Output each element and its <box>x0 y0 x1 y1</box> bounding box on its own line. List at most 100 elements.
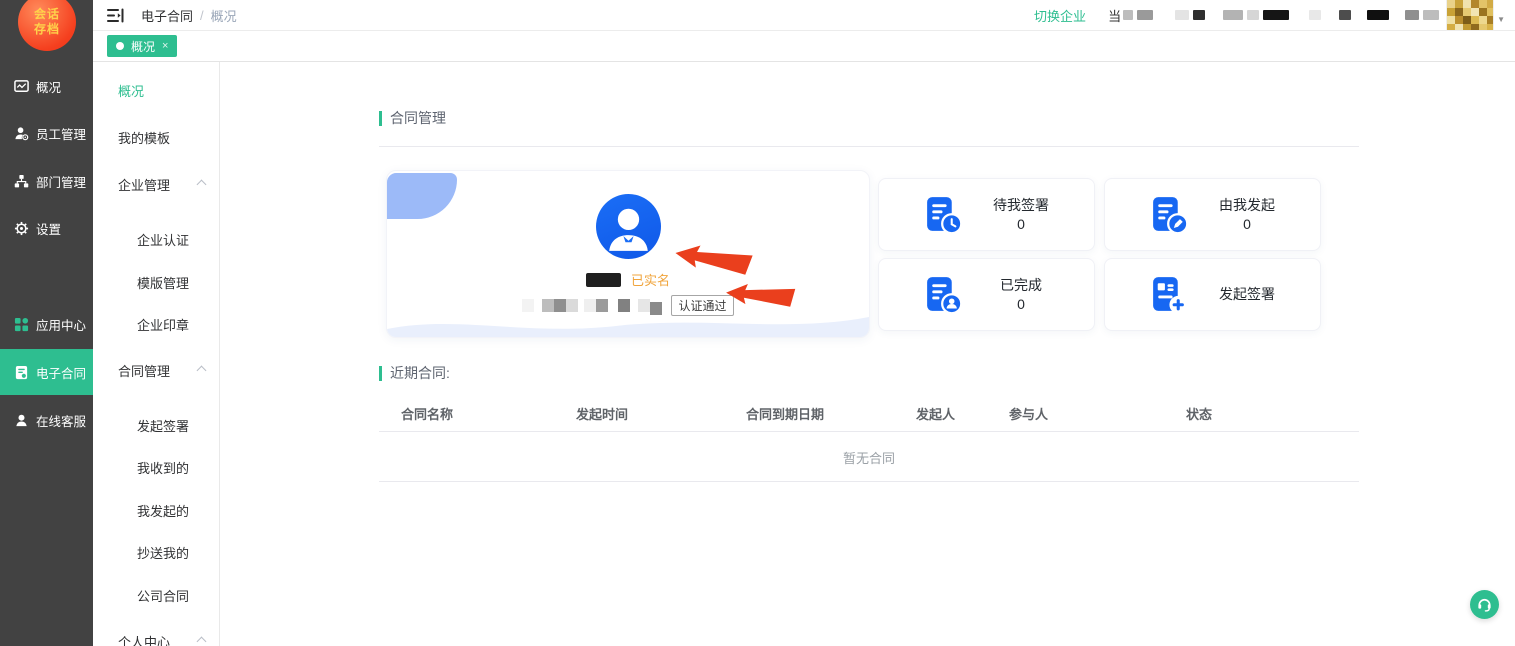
secondary-sidebar: 概况 我的模板 企业管理 企业认证 模版管理 企业印章 合同管理 发起签署 我收… <box>93 62 220 646</box>
subnav-label: 抄送我的 <box>137 546 189 561</box>
headset-icon <box>1476 596 1493 613</box>
stat-value: 0 <box>991 215 1051 233</box>
section-accent-bar <box>379 366 382 381</box>
subnav-company-contracts[interactable]: 公司合同 <box>137 586 189 605</box>
sidebar-item-label: 概况 <box>36 77 61 96</box>
menu-fold-icon[interactable] <box>107 8 124 23</box>
tab-bar: 概况 × <box>93 31 1515 62</box>
avatar[interactable] <box>1447 0 1493 30</box>
sidebar-item-label: 部门管理 <box>36 172 86 191</box>
subnav-enterprise-mgmt[interactable]: 企业管理 <box>118 175 170 194</box>
sidebar-item-employees[interactable]: 员工管理 <box>0 110 93 156</box>
subnav-label: 企业认证 <box>137 233 189 248</box>
doc-add-icon <box>1148 274 1189 315</box>
subnav-label: 发起签署 <box>137 419 189 434</box>
main-content: 合同管理 已实名 认证通过 <box>221 62 1515 646</box>
realname-badge: 已实名 <box>631 270 670 289</box>
app-logo: 会话 存档 <box>18 0 76 51</box>
breadcrumb-current: 概况 <box>211 6 237 25</box>
subnav-label: 合同管理 <box>118 364 170 379</box>
tab-active-dot-icon <box>116 42 124 50</box>
chevron-up-icon <box>197 366 207 376</box>
subnav-received[interactable]: 我收到的 <box>137 458 189 477</box>
top-header-bar: 电子合同 / 概况 切换企业 当 ▼ <box>93 0 1515 31</box>
subnav-template-mgmt[interactable]: 模版管理 <box>137 273 189 292</box>
doc-clock-icon <box>922 194 963 235</box>
support-person-icon <box>13 412 29 428</box>
profile-avatar <box>596 194 661 259</box>
subnav-contract-mgmt[interactable]: 合同管理 <box>118 361 170 380</box>
profile-card: 已实名 认证通过 <box>386 170 870 338</box>
subnav-label: 我的模板 <box>118 131 170 146</box>
subnav-label: 概况 <box>118 84 144 99</box>
sidebar-item-econtract[interactable]: 电子合同 <box>0 349 93 395</box>
stat-label: 待我签署 <box>991 196 1051 214</box>
table-header-divider <box>379 431 1359 432</box>
subnav-overview[interactable]: 概况 <box>118 81 144 100</box>
subnav-enterprise-auth[interactable]: 企业认证 <box>137 230 189 249</box>
redacted-org-name <box>522 296 662 315</box>
logo-line1: 会话 <box>34 7 60 22</box>
breadcrumb: 电子合同 / 概况 <box>141 6 237 25</box>
settings-icon <box>13 220 29 236</box>
col-header-expiry-date: 合同到期日期 <box>746 404 824 423</box>
stat-card-awaiting-my-sign[interactable]: 待我签署 0 <box>878 178 1095 251</box>
col-header-initiator: 发起人 <box>916 404 955 423</box>
col-header-participants: 参与人 <box>1009 404 1048 423</box>
breadcrumb-separator: / <box>200 8 204 23</box>
sidebar-item-app-center[interactable]: 应用中心 <box>0 301 93 347</box>
subnav-label: 模版管理 <box>137 276 189 291</box>
decor-blob <box>387 173 457 219</box>
stat-card-initiate-sign[interactable]: 发起签署 <box>1104 258 1321 331</box>
redacted-company-name <box>1123 10 1439 20</box>
subnav-cc-to-me[interactable]: 抄送我的 <box>137 543 189 562</box>
section-title-text: 近期合同: <box>390 363 450 383</box>
stat-card-initiated-by-me[interactable]: 由我发起 0 <box>1104 178 1321 251</box>
stat-value: 0 <box>991 295 1051 313</box>
switch-company-link[interactable]: 切换企业 <box>1034 6 1086 25</box>
tab-overview[interactable]: 概况 × <box>107 35 177 57</box>
sidebar-item-settings[interactable]: 设置 <box>0 205 93 251</box>
chevron-up-icon <box>197 180 207 190</box>
stat-card-completed[interactable]: 已完成 0 <box>878 258 1095 331</box>
employee-icon <box>13 125 29 141</box>
stat-text: 由我发起 0 <box>1217 196 1277 232</box>
department-icon <box>13 173 29 189</box>
sidebar-item-label: 电子合同 <box>36 363 86 382</box>
topbar-right: 切换企业 当 ▼ <box>1034 0 1515 30</box>
stat-text: 已完成 0 <box>991 276 1051 312</box>
col-header-initiate-time: 发起时间 <box>576 404 628 423</box>
sidebar-item-label: 应用中心 <box>36 315 86 334</box>
stat-label: 已完成 <box>991 276 1051 294</box>
subnav-initiate-sign[interactable]: 发起签署 <box>137 416 189 435</box>
sidebar-item-overview[interactable]: 概况 <box>0 63 93 109</box>
divider <box>379 146 1359 147</box>
tab-close-icon[interactable]: × <box>162 40 168 52</box>
contract-icon <box>13 364 29 380</box>
section-title-recent-contracts: 近期合同: <box>379 363 450 383</box>
table-empty-state: 暂无合同 <box>379 448 1359 467</box>
profile-cert-row: 认证通过 <box>387 295 869 316</box>
table-bottom-divider <box>379 481 1359 482</box>
sidebar-item-label: 设置 <box>36 219 61 238</box>
sidebar-item-online-support[interactable]: 在线客服 <box>0 397 93 443</box>
customer-service-button[interactable] <box>1470 590 1499 619</box>
sidebar-item-departments[interactable]: 部门管理 <box>0 158 93 204</box>
subnav-label: 我发起的 <box>137 504 189 519</box>
subnav-enterprise-seal[interactable]: 企业印章 <box>137 315 189 334</box>
apps-icon <box>13 316 29 332</box>
subnav-personal-center[interactable]: 个人中心 <box>118 632 170 646</box>
subnav-initiated-by-me[interactable]: 我发起的 <box>137 501 189 520</box>
dashboard-icon <box>13 78 29 94</box>
chevron-down-icon[interactable]: ▼ <box>1497 15 1505 24</box>
breadcrumb-root[interactable]: 电子合同 <box>141 6 193 25</box>
redacted-user-name <box>586 273 621 287</box>
subnav-label: 企业管理 <box>118 178 170 193</box>
primary-sidebar: 会话 存档 概况 员工管理 部门管理 设置 应用中心 电 <box>0 0 93 646</box>
subnav-my-templates[interactable]: 我的模板 <box>118 128 170 147</box>
subnav-label: 企业印章 <box>137 318 189 333</box>
col-header-status: 状态 <box>1186 404 1212 423</box>
stat-value: 0 <box>1217 215 1277 233</box>
sidebar-item-label: 在线客服 <box>36 411 86 430</box>
doc-stamp-icon <box>922 274 963 315</box>
